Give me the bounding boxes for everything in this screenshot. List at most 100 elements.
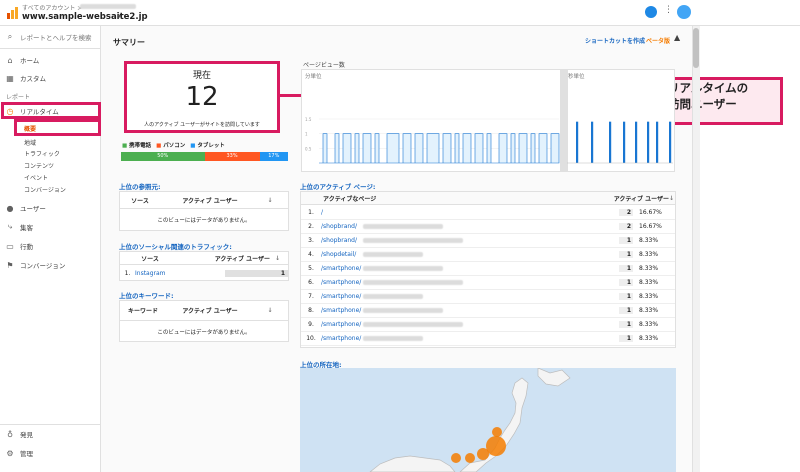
row-number: 6. — [308, 279, 314, 286]
sort-icon[interactable]: ↓ — [260, 197, 280, 204]
row-count: 1 — [619, 279, 633, 286]
scrollbar-thumb[interactable] — [693, 28, 699, 68]
sidebar-item-content[interactable]: コンテンツ — [24, 161, 54, 170]
sidebar-item-conversions[interactable]: ⚑ コンバージョン — [0, 257, 100, 273]
account-name-blurred — [80, 4, 136, 9]
table-header: キーワード アクティブ ユーザー ↓ — [120, 301, 288, 321]
row-number: 9. — [308, 321, 314, 328]
row-page[interactable]: /smartphone/ — [321, 265, 361, 272]
per-second-bar — [647, 121, 650, 163]
site-name[interactable]: www.sample-websaite2.jp — [22, 12, 148, 22]
location-dot[interactable] — [492, 427, 502, 437]
behavior-icon: ▭ — [6, 241, 14, 251]
row-page[interactable]: /shopdetail/ — [321, 251, 361, 258]
row-count: 2 — [619, 223, 633, 230]
page-path-blurred — [363, 224, 443, 229]
col-active: アクティブ ユーザー — [613, 195, 670, 203]
table-row[interactable]: 4. /shopdetail/1 8.33% — [301, 248, 675, 262]
row-percent: 16.67% — [639, 223, 662, 230]
row-number: 8. — [308, 307, 314, 314]
location-map[interactable] — [300, 368, 676, 472]
sidebar-item-events[interactable]: イベント — [24, 173, 48, 182]
per-minute-series — [319, 133, 560, 164]
social-table: ソース アクティブ ユーザー ↓ 1. Instagram 1 — [119, 251, 289, 281]
per-second-bar — [576, 121, 579, 163]
referrers-title: 上位の参照元: — [119, 183, 161, 191]
location-dot[interactable] — [486, 436, 506, 456]
sort-icon[interactable]: ↓ — [260, 307, 280, 314]
col-active: アクティブ ユーザー — [182, 308, 238, 315]
row-page[interactable]: /smartphone/ — [321, 293, 361, 300]
sidebar-item-acquisition[interactable]: ⤷ 集客 — [0, 219, 100, 235]
sidebar-item-discover[interactable]: ♁ 発見 — [0, 426, 100, 442]
row-page[interactable]: /shopbrand/ — [321, 237, 361, 244]
sidebar-item-traffic[interactable]: トラフィック — [24, 149, 60, 158]
sidebar-search[interactable]: ⌕ レポートとヘルプを検索 — [0, 29, 100, 45]
table-row[interactable]: 6. /smartphone/1 8.33% — [301, 276, 675, 290]
row-page[interactable]: /smartphone/ — [321, 335, 361, 342]
row-page[interactable]: /smartphone/ — [321, 279, 361, 286]
per-second-bar — [669, 121, 672, 163]
row-number: 1. — [308, 209, 314, 216]
sidebar-item-home[interactable]: ⌂ ホーム — [0, 52, 100, 68]
chevron-down-icon[interactable]: ▾ — [118, 13, 121, 20]
graduation-cap-icon: ▲ — [674, 33, 681, 42]
sidebar-item-users[interactable]: ● ユーザー — [0, 200, 100, 216]
table-row[interactable]: 5. /smartphone/1 8.33% — [301, 262, 675, 276]
pageview-title: ページビュー数 — [303, 62, 345, 69]
keywords-table: キーワード アクティブ ユーザー ↓ このビューにはデータがありません。 — [119, 300, 289, 342]
gear-icon: ⚙ — [6, 448, 14, 458]
sidebar-item-label: カスタム — [20, 75, 46, 83]
sidebar-item-behavior[interactable]: ▭ 行動 — [0, 238, 100, 254]
row-page[interactable]: /smartphone/ — [321, 307, 361, 314]
create-shortcut-link[interactable]: ショートカットを作成 — [585, 36, 645, 45]
sidebar-item-label: 管理 — [20, 450, 33, 458]
row-source[interactable]: Instagram — [135, 270, 225, 277]
row-count: 1 — [619, 335, 633, 342]
callout-text: リアルタイムの 訪問ユーザー — [668, 80, 783, 112]
scrollbar[interactable] — [692, 26, 700, 472]
location-dot[interactable] — [465, 453, 475, 463]
device-segment-pc: 33% — [204, 152, 260, 161]
row-number: 7. — [308, 293, 314, 300]
table-header: ソース アクティブ ユーザー ↓ — [120, 192, 288, 209]
row-page[interactable]: / — [321, 209, 361, 216]
row-count: 1 — [619, 265, 633, 272]
sidebar: ⌕ レポートとヘルプを検索 ⌂ ホーム ▦ カスタム レポート ◷ リアルタイム 概要… — [0, 26, 101, 472]
sort-icon[interactable]: ↓ — [669, 195, 675, 202]
sidebar-item-location[interactable]: 地域 — [24, 138, 36, 147]
sort-icon[interactable]: ↓ — [270, 255, 285, 262]
location-dot[interactable] — [477, 448, 489, 460]
location-dot[interactable] — [451, 453, 461, 463]
sidebar-item-conversions-sub[interactable]: コンバージョン — [24, 185, 66, 194]
row-percent: 8.33% — [639, 335, 659, 342]
row-page[interactable]: /smartphone/ — [321, 321, 361, 328]
row-count: 1 — [619, 251, 633, 258]
acquisition-icon: ⤷ — [7, 222, 13, 231]
notification-icon[interactable] — [645, 6, 657, 18]
sidebar-item-admin[interactable]: ⚙ 管理 — [0, 445, 100, 461]
y-tick-label: 1 — [305, 132, 308, 137]
table-row[interactable]: 1. / 2 16.67% — [301, 206, 675, 220]
active-user-count: 12 — [185, 82, 219, 112]
avatar[interactable] — [677, 5, 691, 19]
row-page[interactable]: /shopbrand/ — [321, 223, 361, 230]
col-page: アクティブなページ — [323, 195, 377, 203]
account-breadcrumb[interactable]: すべてのアカウント > — [22, 3, 82, 12]
search-input[interactable]: レポートとヘルプを検索 — [20, 32, 92, 42]
now-label: 現在 — [192, 71, 211, 81]
table-row[interactable]: 2. /shopbrand/2 16.67% — [301, 220, 675, 234]
table-row[interactable]: 1. Instagram 1 — [120, 266, 288, 280]
lightbulb-icon: ♁ — [7, 429, 13, 439]
sidebar-item-custom[interactable]: ▦ カスタム — [0, 70, 100, 86]
table-row[interactable]: 3. /shopbrand/1 8.33% — [301, 234, 675, 248]
empty-message: このビューにはデータがありません。 — [157, 218, 251, 224]
table-row[interactable]: 8. /smartphone/1 8.33% — [301, 304, 675, 318]
table-row[interactable]: 10. /smartphone/1 8.33% — [301, 332, 675, 346]
table-row[interactable]: 7. /smartphone/1 8.33% — [301, 290, 675, 304]
table-row[interactable]: 9. /smartphone/1 8.33% — [301, 318, 675, 332]
keywords-title: 上位のキーワード: — [119, 292, 174, 300]
highlight-realtime — [1, 102, 101, 119]
more-menu-icon[interactable]: ⋮ — [664, 5, 673, 15]
table-header: アクティブなページ アクティブ ユーザー ↓ — [301, 192, 675, 205]
